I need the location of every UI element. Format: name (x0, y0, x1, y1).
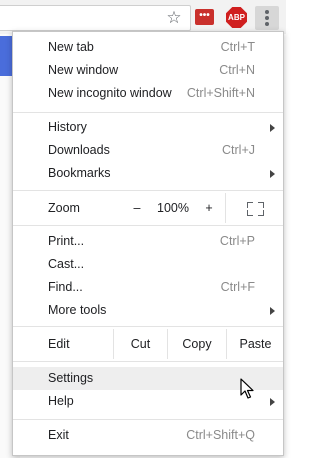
address-bar[interactable] (0, 5, 191, 31)
menu-item-label: Find... (48, 280, 83, 294)
page-accent-block (0, 36, 12, 76)
menu-item-new-tab[interactable]: New tab Ctrl+T (13, 36, 283, 59)
menu-separator (13, 225, 283, 226)
menu-item-label: Help (48, 394, 74, 408)
menu-item-bookmarks[interactable]: Bookmarks (13, 162, 283, 185)
zoom-level: 100% (157, 201, 189, 215)
browser-toolbar: ☆ ••• ABP (0, 0, 286, 34)
menu-item-exit[interactable]: Exit Ctrl+Shift+Q (13, 424, 283, 447)
submenu-arrow-icon (270, 170, 275, 178)
menu-item-shortcut: Ctrl+J (222, 143, 255, 157)
menu-item-shortcut: Ctrl+Shift+Q (186, 428, 255, 442)
menu-item-print[interactable]: Print... Ctrl+P (13, 230, 283, 253)
submenu-arrow-icon (270, 398, 275, 406)
submenu-arrow-icon (270, 307, 275, 315)
menu-item-more-tools[interactable]: More tools (13, 299, 283, 322)
kebab-menu-icon[interactable] (255, 6, 279, 30)
menu-item-cast[interactable]: Cast... (13, 253, 283, 276)
edit-label: Edit (48, 337, 70, 351)
edit-row: Edit Cut Copy Paste (13, 329, 283, 359)
cut-button[interactable]: Cut (113, 329, 167, 359)
menu-item-label: History (48, 120, 87, 134)
menu-separator (13, 419, 283, 420)
paste-button[interactable]: Paste (226, 329, 284, 359)
fullscreen-icon[interactable] (225, 193, 284, 223)
menu-item-shortcut: Ctrl+T (220, 40, 255, 54)
menu-item-label: New tab (48, 40, 94, 54)
star-icon[interactable]: ☆ (164, 8, 184, 28)
menu-separator (13, 361, 283, 362)
menu-item-label: Bookmarks (48, 166, 111, 180)
menu-item-label: Cast... (48, 257, 85, 271)
mouse-pointer-icon (240, 378, 254, 399)
menu-item-label: Exit (48, 428, 69, 442)
menu-item-shortcut: Ctrl+Shift+N (186, 86, 255, 100)
menu-item-label: Settings (48, 371, 94, 385)
zoom-label: Zoom (48, 201, 80, 215)
menu-item-new-incognito-window[interactable]: New incognito window Ctrl+Shift+N (13, 82, 283, 105)
extension-icon[interactable]: ••• (195, 9, 214, 25)
copy-button[interactable]: Copy (167, 329, 226, 359)
adblock-plus-icon[interactable]: ABP (226, 7, 247, 28)
submenu-arrow-icon (270, 124, 275, 132)
menu-separator (13, 326, 283, 327)
menu-item-label: Downloads (48, 143, 110, 157)
menu-item-new-window[interactable]: New window Ctrl+N (13, 59, 283, 82)
menu-item-downloads[interactable]: Downloads Ctrl+J (13, 139, 283, 162)
menu-separator (13, 190, 283, 191)
zoom-row: Zoom – 100% + (13, 193, 283, 223)
zoom-out-button[interactable]: – (123, 193, 151, 223)
menu-item-history[interactable]: History (13, 116, 283, 139)
menu-separator (13, 112, 283, 113)
menu-item-label: New incognito window (48, 86, 172, 100)
zoom-in-button[interactable]: + (195, 193, 223, 223)
menu-item-find[interactable]: Find... Ctrl+F (13, 276, 283, 299)
extension-glyph: ••• (199, 10, 210, 21)
menu-item-shortcut: Ctrl+P (219, 234, 255, 248)
menu-item-label: New window (48, 63, 119, 77)
menu-item-label: Print... (48, 234, 85, 248)
menu-item-shortcut: Ctrl+F (220, 280, 255, 294)
menu-item-label: More tools (48, 303, 107, 317)
menu-item-shortcut: Ctrl+N (219, 63, 255, 77)
